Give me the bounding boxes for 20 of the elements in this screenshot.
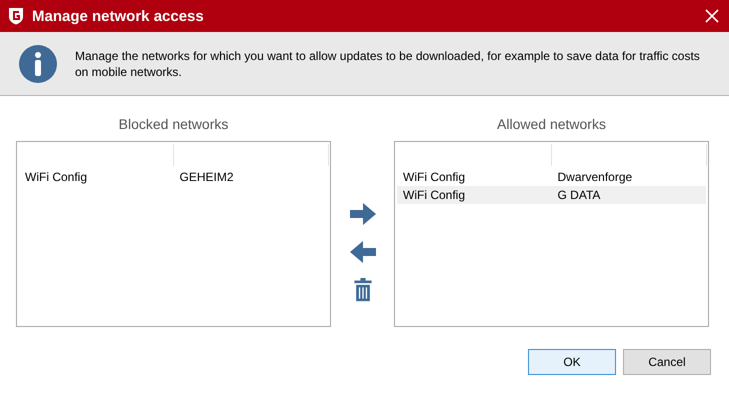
- panel-title: Blocked networks: [118, 116, 228, 134]
- arrow-left-icon[interactable]: [350, 240, 376, 264]
- list-row[interactable]: WiFi Config GEHEIM2: [19, 168, 328, 186]
- panel-title: Allowed networks: [497, 116, 606, 134]
- cancel-button[interactable]: Cancel: [623, 349, 711, 375]
- list-cell[interactable]: WiFi Config: [397, 170, 552, 184]
- ok-button[interactable]: OK: [528, 349, 616, 375]
- info-icon: [19, 44, 57, 82]
- list-cell[interactable]: G DATA: [552, 188, 706, 202]
- list-cell[interactable]: Dwarvenforge: [552, 170, 706, 184]
- arrow-right-icon[interactable]: [350, 202, 376, 226]
- list-row[interactable]: WiFi Config Dwarvenforge: [397, 168, 706, 186]
- list-cell[interactable]: WiFi Config: [397, 188, 552, 202]
- list-row[interactable]: WiFi Config G DATA: [397, 186, 706, 204]
- info-message: Manage the networks for which you want to allow updates to be downloaded, for example to save data for traffic costs on mobile networks.: [75, 48, 701, 80]
- window-title: Manage network access: [32, 8, 205, 24]
- list-cell[interactable]: WiFi Config: [19, 170, 174, 184]
- shield-logo-icon: [8, 7, 24, 25]
- list-cell[interactable]: GEHEIM2: [174, 170, 328, 184]
- close-icon[interactable]: [705, 9, 719, 23]
